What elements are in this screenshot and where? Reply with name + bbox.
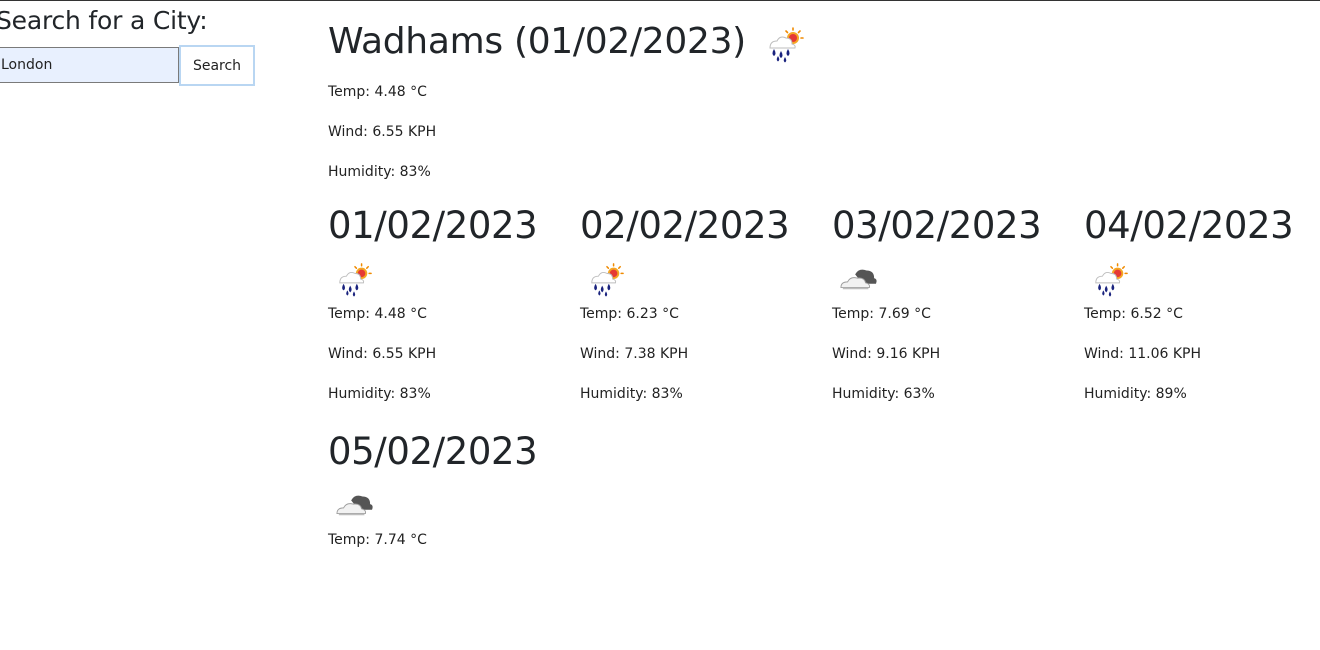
forecast-humidity: Humidity: 89% bbox=[1084, 386, 1187, 402]
forecast-humidity: Humidity: 83% bbox=[580, 386, 683, 402]
forecast-wind: Wind: 6.55 KPH bbox=[328, 346, 437, 362]
forecast-card: 05/02/2023 Temp: 7.74 °C bbox=[328, 430, 578, 650]
cloud-icon bbox=[336, 494, 374, 516]
current-temp: Temp: 4.48 °C bbox=[328, 84, 427, 100]
rain-sun-icon bbox=[769, 27, 804, 64]
rain-sun-icon bbox=[1095, 263, 1128, 298]
top-border bbox=[0, 0, 1320, 1]
forecast-temp: Temp: 4.48 °C bbox=[328, 306, 427, 322]
forecast-date: 05/02/2023 bbox=[328, 430, 538, 473]
forecast-wind: Wind: 7.38 KPH bbox=[580, 346, 689, 362]
search-button[interactable]: Search bbox=[179, 45, 255, 86]
cloud-icon bbox=[840, 268, 878, 290]
forecast-temp: Temp: 6.23 °C bbox=[580, 306, 679, 322]
rain-sun-icon bbox=[339, 263, 372, 298]
forecast-temp: Temp: 6.52 °C bbox=[1084, 306, 1183, 322]
forecast-card: 02/02/2023 Temp: 6.23 °C Wind: 7.38 KPH … bbox=[580, 204, 830, 424]
city-search-input[interactable] bbox=[0, 47, 179, 83]
forecast-card: 04/02/2023 Temp: 6.52 °C Wind: 11.06 KPH… bbox=[1084, 204, 1320, 424]
current-humidity: Humidity: 83% bbox=[328, 164, 431, 180]
forecast-humidity: Humidity: 83% bbox=[328, 386, 431, 402]
forecast-wind: Wind: 9.16 KPH bbox=[832, 346, 941, 362]
forecast-wind: Wind: 11.06 KPH bbox=[1084, 346, 1202, 362]
forecast-date: 02/02/2023 bbox=[580, 204, 790, 247]
rain-sun-icon bbox=[591, 263, 624, 298]
current-wind: Wind: 6.55 KPH bbox=[328, 124, 437, 140]
forecast-card: 03/02/2023 Temp: 7.69 °C Wind: 9.16 KPH … bbox=[832, 204, 1082, 424]
current-city-title: Wadhams (01/02/2023) bbox=[328, 21, 746, 62]
forecast-humidity: Humidity: 63% bbox=[832, 386, 935, 402]
forecast-date: 01/02/2023 bbox=[328, 204, 538, 247]
forecast-temp: Temp: 7.69 °C bbox=[832, 306, 931, 322]
forecast-date: 04/02/2023 bbox=[1084, 204, 1294, 247]
search-title: Search for a City: bbox=[0, 6, 208, 35]
forecast-card: 01/02/2023 Temp: 4.48 °C Wind: 6.55 KPH … bbox=[328, 204, 578, 424]
forecast-date: 03/02/2023 bbox=[832, 204, 1042, 247]
